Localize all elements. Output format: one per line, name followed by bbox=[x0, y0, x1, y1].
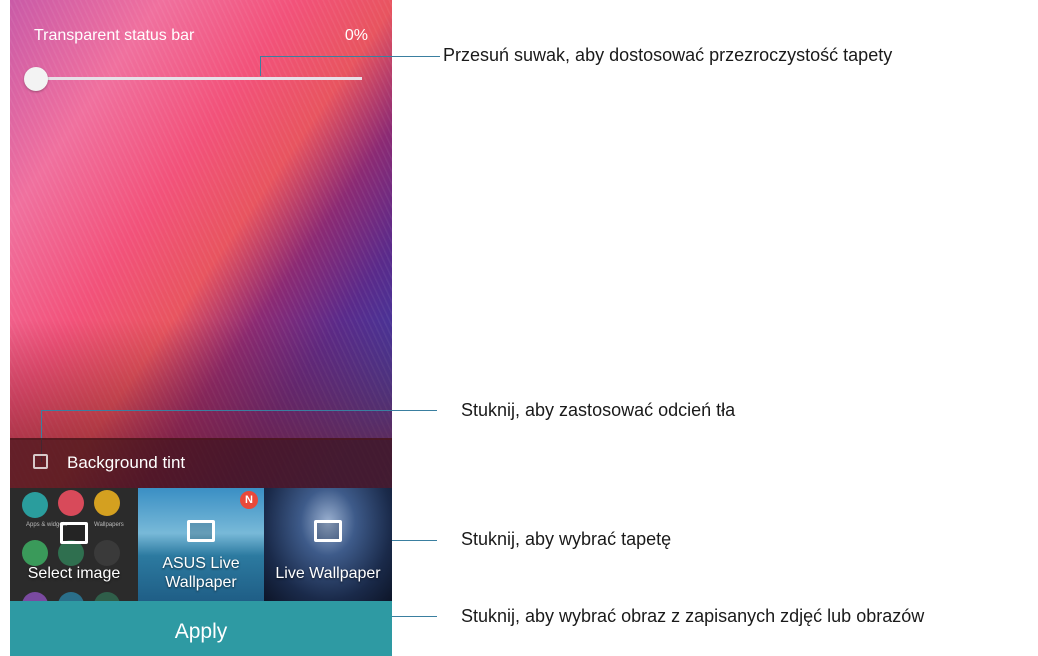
background-tint-row[interactable]: Background tint bbox=[10, 438, 392, 488]
callout-line-tint bbox=[41, 410, 437, 411]
wallpaper-settings-screen: Transparent status bar 0% Background tin… bbox=[10, 0, 392, 656]
app-icon bbox=[94, 490, 120, 516]
callout-line-slider bbox=[260, 56, 440, 57]
background-tint-label: Background tint bbox=[67, 453, 186, 472]
app-icon bbox=[22, 592, 48, 601]
transparent-status-bar-label: Transparent status bar bbox=[34, 27, 195, 44]
annotation-wallpaper: Stuknij, aby wybrać tapetę bbox=[461, 529, 672, 549]
annotation-image: Stuknij, aby wybrać obraz z zapisanych z… bbox=[461, 606, 925, 626]
apply-label: Apply bbox=[174, 620, 228, 643]
app-icon bbox=[58, 592, 84, 601]
callout-line-slider-vertical bbox=[260, 56, 261, 76]
transparency-slider[interactable] bbox=[36, 77, 362, 80]
annotation-slider: Przesuń suwak, aby dostosować przezroczy… bbox=[443, 45, 893, 65]
new-badge: N bbox=[240, 491, 258, 509]
live-wallpaper-icon bbox=[187, 520, 215, 542]
asus-live-wallpaper-thumbnail[interactable]: N ASUS Live Wallpaper bbox=[138, 488, 264, 601]
slider-thumb[interactable] bbox=[24, 67, 48, 91]
live-wallpaper-thumbnail[interactable]: Live Wallpaper bbox=[264, 488, 392, 601]
background-tint-checkbox[interactable] bbox=[33, 454, 48, 469]
select-image-thumbnail[interactable]: Apps & widgets Wallpapers Select image bbox=[10, 488, 138, 601]
app-icon bbox=[22, 540, 48, 566]
live-wallpaper-icon bbox=[314, 520, 342, 542]
apply-button[interactable]: Apply bbox=[10, 601, 392, 656]
annotation-tint: Stuknij, aby zastosować odcień tła bbox=[461, 400, 736, 420]
transparency-value: 0% bbox=[344, 27, 368, 44]
app-icon bbox=[58, 490, 84, 516]
app-icon bbox=[94, 540, 120, 566]
select-image-label: Select image bbox=[27, 565, 121, 582]
app-icon bbox=[22, 492, 48, 518]
mini-label: Wallpapers bbox=[94, 522, 124, 528]
asus-live-wallpaper-label: ASUS Live Wallpaper bbox=[162, 555, 240, 591]
callout-line-wallpaper bbox=[390, 540, 437, 541]
live-wallpaper-label: Live Wallpaper bbox=[275, 565, 381, 582]
image-icon bbox=[60, 522, 88, 544]
app-icon bbox=[94, 592, 120, 601]
wallpaper-thumbnails: Apps & widgets Wallpapers Select image N… bbox=[10, 488, 392, 601]
